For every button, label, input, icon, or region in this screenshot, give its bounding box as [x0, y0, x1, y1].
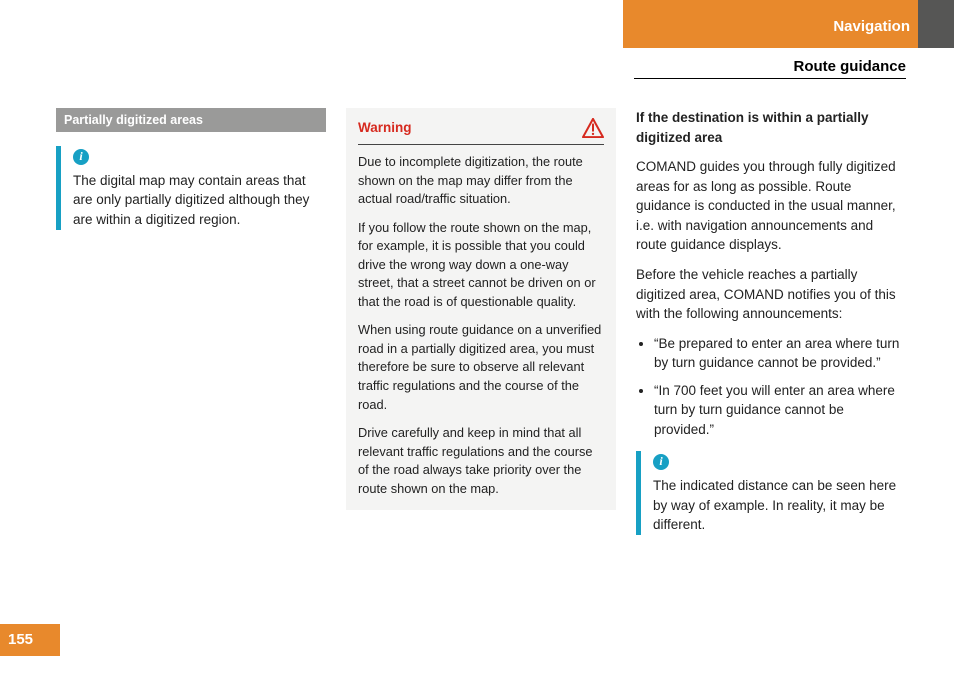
chapter-tab: Navigation [623, 0, 954, 48]
chapter-title: Navigation [623, 0, 918, 48]
warning-label: Warning [358, 118, 412, 138]
column-2: Warning Due to incomplete digitization, … [346, 108, 616, 545]
announcement-list: “Be prepared to enter an area where turn… [636, 334, 906, 440]
col3-heading: If the destination is within a partially… [636, 108, 906, 147]
warning-header: Warning [358, 118, 604, 145]
warning-triangle-icon [582, 118, 604, 138]
page-body: Partially digitized areas i The digital … [56, 108, 906, 545]
section-title: Route guidance [793, 56, 906, 78]
section-rule [634, 78, 906, 79]
page-number: 155 [0, 624, 60, 656]
column-3: If the destination is within a partially… [636, 108, 906, 545]
warning-p3: When using route guidance on a unverifie… [358, 321, 604, 414]
warning-p1: Due to incomplete digitization, the rout… [358, 153, 604, 209]
warning-box: Warning Due to incomplete digitization, … [346, 108, 616, 510]
list-item: “In 700 feet you will enter an area wher… [654, 381, 906, 440]
info-note-text: The indicated distance can be seen here … [653, 476, 906, 535]
info-note: i The indicated distance can be seen her… [636, 451, 906, 534]
list-item: “Be prepared to enter an area where turn… [654, 334, 906, 373]
info-note-text: The digital map may contain areas that a… [73, 171, 326, 230]
column-1: Partially digitized areas i The digital … [56, 108, 326, 545]
warning-p2: If you follow the route shown on the map… [358, 219, 604, 312]
info-note: i The digital map may contain areas that… [56, 146, 326, 229]
info-icon: i [73, 149, 89, 165]
warning-p4: Drive carefully and keep in mind that al… [358, 424, 604, 498]
col3-p1: COMAND guides you through fully digitize… [636, 157, 906, 255]
thumb-index-stub [918, 0, 954, 48]
col3-p2: Before the vehicle reaches a partially d… [636, 265, 906, 324]
section-label: Partially digitized areas [56, 108, 326, 132]
info-icon: i [653, 454, 669, 470]
